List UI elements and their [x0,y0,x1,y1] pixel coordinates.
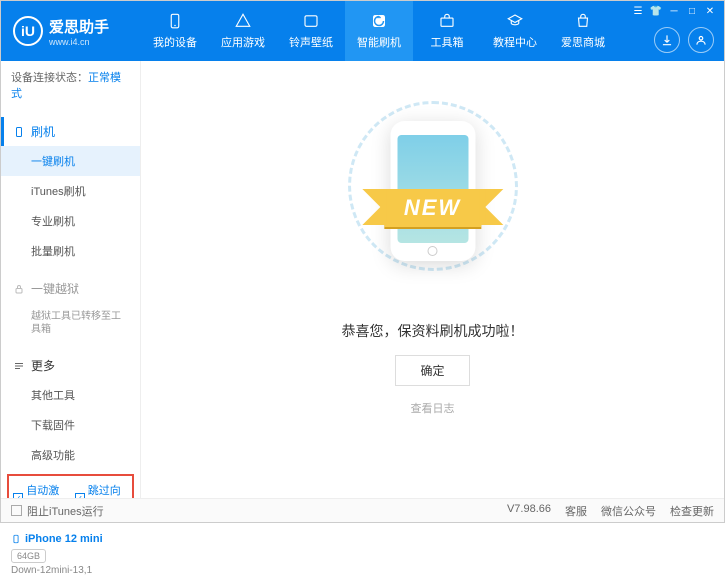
checkbox-icon [11,505,22,516]
footer-right: V7.98.66 客服 微信公众号 检查更新 [507,503,714,519]
device-block[interactable]: iPhone 12 mini 64GB Down-12mini-13,1 [1,526,140,582]
storage-badge: 64GB [11,549,46,563]
section-label: 更多 [31,357,55,374]
nav-label: 教程中心 [493,34,537,50]
nav-label: 我的设备 [153,34,197,50]
phone-icon [13,126,25,138]
sidebar-item-other-tools[interactable]: 其他工具 [1,380,140,410]
footer-check-update[interactable]: 检查更新 [670,503,714,519]
sidebar-section-flash[interactable]: 刷机 [1,117,140,146]
nav-my-device[interactable]: 我的设备 [141,1,209,61]
status-bar: 阻止iTunes运行 V7.98.66 客服 微信公众号 检查更新 [1,498,724,522]
header-action-circles [654,27,714,53]
section-label: 刷机 [31,123,55,140]
download-button[interactable] [654,27,680,53]
body-area: 设备连接状态：正常模式 刷机 一键刷机 iTunes刷机 专业刷机 批量刷机 一… [1,61,724,499]
sidebar-item-advanced[interactable]: 高级功能 [1,440,140,470]
app-header: iU 爱思助手 www.i4.cn 我的设备 应用游戏 铃声壁纸 智能刷机 工具… [1,1,724,61]
nav-ringtones[interactable]: 铃声壁纸 [277,1,345,61]
success-illustration: NEW [338,111,528,261]
more-icon [13,360,25,372]
sidebar-section-more[interactable]: 更多 [1,351,140,380]
nav-smart-flash[interactable]: 智能刷机 [345,1,413,61]
status-label: 设备连接状态： [11,72,88,84]
tutorial-icon [506,12,524,30]
nav-store[interactable]: 爱思商城 [549,1,617,61]
main-content: NEW 恭喜您，保资料刷机成功啦！ 确定 查看日志 [141,61,724,499]
menu-icon[interactable]: ☰ [632,5,644,17]
nav-apps-games[interactable]: 应用游戏 [209,1,277,61]
phone-icon [11,532,21,546]
nav-label: 工具箱 [431,34,464,50]
nav-toolbox[interactable]: 工具箱 [413,1,481,61]
close-icon[interactable]: ✕ [704,5,716,17]
sidebar-jailbreak-note: 越狱工具已转移至工具箱 [1,303,140,343]
user-button[interactable] [688,27,714,53]
store-icon [574,12,592,30]
sidebar: 设备连接状态：正常模式 刷机 一键刷机 iTunes刷机 专业刷机 批量刷机 一… [1,61,141,499]
firmware-text: Down-12mini-13,1 [11,565,130,576]
skin-icon[interactable]: 👕 [650,5,662,17]
sidebar-item-one-key-flash[interactable]: 一键刷机 [1,146,140,176]
device-icon [166,12,184,30]
apps-icon [234,12,252,30]
wallpaper-icon [302,12,320,30]
confirm-button[interactable]: 确定 [395,355,469,386]
maximize-icon[interactable]: □ [686,5,698,17]
checkbox-label: 阻止iTunes运行 [27,503,104,519]
home-button-icon [428,246,438,256]
toolbox-icon [438,12,456,30]
device-name: iPhone 12 mini [11,532,130,546]
flash-icon [370,12,388,30]
sidebar-item-itunes-flash[interactable]: iTunes刷机 [1,176,140,206]
nav-label: 智能刷机 [357,34,401,50]
sidebar-item-batch-flash[interactable]: 批量刷机 [1,236,140,266]
app-url: www.i4.cn [49,37,109,47]
checkbox-block-itunes[interactable]: 阻止iTunes运行 [11,503,104,519]
success-message: 恭喜您，保资料刷机成功啦！ [342,321,524,341]
sidebar-item-download-firmware[interactable]: 下载固件 [1,410,140,440]
title-bar-controls: ☰ 👕 ─ □ ✕ [632,5,716,17]
minimize-icon[interactable]: ─ [668,5,680,17]
app-name: 爱思助手 [49,16,109,37]
version-text: V7.98.66 [507,503,551,519]
view-log-link[interactable]: 查看日志 [411,400,455,416]
lock-icon [13,283,25,295]
new-banner: NEW [384,189,481,227]
footer-support[interactable]: 客服 [565,503,587,519]
nav-label: 铃声壁纸 [289,34,333,50]
nav-tutorials[interactable]: 教程中心 [481,1,549,61]
logo-icon: iU [13,16,43,46]
section-label: 一键越狱 [31,280,79,297]
nav-label: 爱思商城 [561,34,605,50]
sidebar-section-jailbreak[interactable]: 一键越狱 [1,274,140,303]
connection-status: 设备连接状态：正常模式 [1,61,140,109]
logo-area: iU 爱思助手 www.i4.cn [1,16,141,47]
logo-text-block: 爱思助手 www.i4.cn [49,16,109,47]
nav-label: 应用游戏 [221,34,265,50]
footer-wechat[interactable]: 微信公众号 [601,503,656,519]
sidebar-item-pro-flash[interactable]: 专业刷机 [1,206,140,236]
